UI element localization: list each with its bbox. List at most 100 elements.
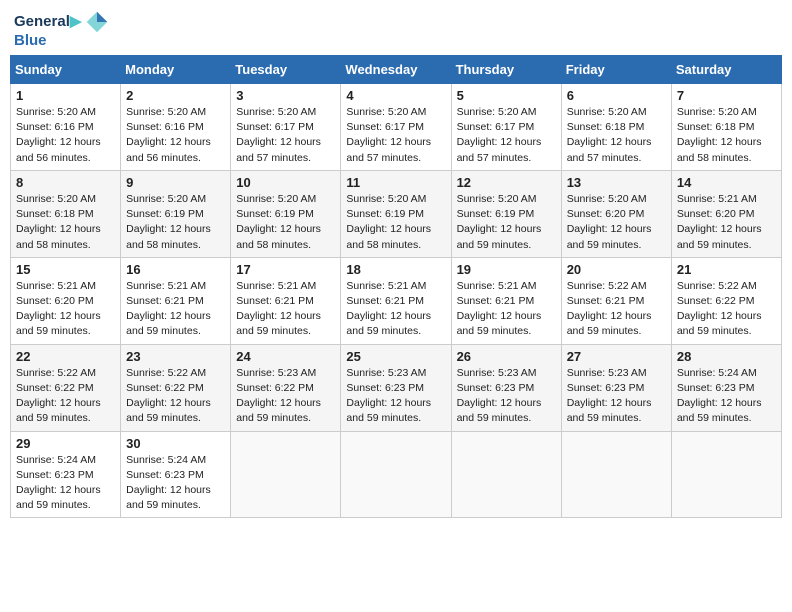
day-info: Sunrise: 5:23 AMSunset: 6:23 PMDaylight:…	[567, 366, 666, 427]
day-number: 6	[567, 88, 666, 103]
day-number: 19	[457, 262, 556, 277]
calendar-cell	[451, 431, 561, 518]
day-number: 26	[457, 349, 556, 364]
calendar-cell: 21 Sunrise: 5:22 AMSunset: 6:22 PMDayligh…	[671, 257, 781, 344]
header-tuesday: Tuesday	[231, 56, 341, 84]
day-number: 18	[346, 262, 445, 277]
calendar-cell: 17Sunrise: 5:21 AMSunset: 6:21 PMDayligh…	[231, 257, 341, 344]
calendar-cell: 19 Sunrise: 5:21 AMSunset: 6:21 PMDayligh…	[451, 257, 561, 344]
day-number: 15	[16, 262, 115, 277]
day-number: 14	[677, 175, 776, 190]
page-header: General▶ Blue	[10, 10, 782, 49]
header-saturday: Saturday	[671, 56, 781, 84]
day-info: Sunrise: 5:20 AMSunset: 6:20 PMDaylight:…	[567, 192, 666, 253]
calendar-cell: 9 Sunrise: 5:20 AMSunset: 6:19 PMDaylight…	[121, 170, 231, 257]
calendar-cell: 4Sunrise: 5:20 AMSunset: 6:17 PMDaylight…	[341, 84, 451, 171]
day-info: Sunrise: 5:20 AMSunset: 6:16 PMDaylight:…	[126, 105, 225, 166]
header-sunday: Sunday	[11, 56, 121, 84]
day-number: 7	[677, 88, 776, 103]
header-thursday: Thursday	[451, 56, 561, 84]
calendar-cell: 24Sunrise: 5:23 AMSunset: 6:22 PMDayligh…	[231, 344, 341, 431]
day-info: Sunrise: 5:21 AMSunset: 6:21 PMDaylight:…	[126, 279, 225, 340]
calendar-cell	[671, 431, 781, 518]
calendar-cell: 11Sunrise: 5:20 AMSunset: 6:19 PMDayligh…	[341, 170, 451, 257]
day-info: Sunrise: 5:21 AMSunset: 6:21 PMDaylight:…	[346, 279, 445, 340]
day-info: Sunrise: 5:20 AMSunset: 6:17 PMDaylight:…	[457, 105, 556, 166]
day-info: Sunrise: 5:20 AMSunset: 6:19 PMDaylight:…	[126, 192, 225, 253]
calendar-cell: 20 Sunrise: 5:22 AMSunset: 6:21 PMDayligh…	[561, 257, 671, 344]
week-row-3: 15 Sunrise: 5:21 AMSunset: 6:20 PMDayligh…	[11, 257, 782, 344]
day-number: 3	[236, 88, 335, 103]
day-number: 23	[126, 349, 225, 364]
day-info: Sunrise: 5:20 AMSunset: 6:18 PMDaylight:…	[677, 105, 776, 166]
day-number: 10	[236, 175, 335, 190]
day-info: Sunrise: 5:21 AMSunset: 6:20 PMDaylight:…	[16, 279, 115, 340]
calendar-cell: 2 Sunrise: 5:20 AMSunset: 6:16 PMDaylight…	[121, 84, 231, 171]
day-number: 4	[346, 88, 445, 103]
day-info: Sunrise: 5:20 AMSunset: 6:18 PMDaylight:…	[16, 192, 115, 253]
day-number: 2	[126, 88, 225, 103]
day-info: Sunrise: 5:22 AMSunset: 6:22 PMDaylight:…	[16, 366, 115, 427]
day-info: Sunrise: 5:23 AMSunset: 6:23 PMDaylight:…	[457, 366, 556, 427]
day-number: 25	[346, 349, 445, 364]
header-wednesday: Wednesday	[341, 56, 451, 84]
calendar-cell	[231, 431, 341, 518]
calendar-cell: 18 Sunrise: 5:21 AMSunset: 6:21 PMDayligh…	[341, 257, 451, 344]
calendar-cell	[561, 431, 671, 518]
day-info: Sunrise: 5:22 AMSunset: 6:22 PMDaylight:…	[677, 279, 776, 340]
day-info: Sunrise: 5:24 AMSunset: 6:23 PMDaylight:…	[126, 453, 225, 514]
calendar-cell: 10 Sunrise: 5:20 AMSunset: 6:19 PMDayligh…	[231, 170, 341, 257]
day-number: 27	[567, 349, 666, 364]
day-number: 24	[236, 349, 335, 364]
day-number: 11	[346, 175, 445, 190]
day-number: 28	[677, 349, 776, 364]
week-row-1: 1Sunrise: 5:20 AMSunset: 6:16 PMDaylight…	[11, 84, 782, 171]
logo: General▶ Blue	[14, 10, 109, 49]
calendar-cell: 26 Sunrise: 5:23 AMSunset: 6:23 PMDayligh…	[451, 344, 561, 431]
calendar-cell: 27 Sunrise: 5:23 AMSunset: 6:23 PMDayligh…	[561, 344, 671, 431]
calendar-header-row: SundayMondayTuesdayWednesdayThursdayFrid…	[11, 56, 782, 84]
day-info: Sunrise: 5:23 AMSunset: 6:23 PMDaylight:…	[346, 366, 445, 427]
day-number: 5	[457, 88, 556, 103]
day-info: Sunrise: 5:21 AMSunset: 6:21 PMDaylight:…	[457, 279, 556, 340]
day-number: 12	[457, 175, 556, 190]
day-info: Sunrise: 5:20 AMSunset: 6:17 PMDaylight:…	[236, 105, 335, 166]
logo-blue: Blue	[14, 32, 109, 49]
calendar-cell: 23 Sunrise: 5:22 AMSunset: 6:22 PMDayligh…	[121, 344, 231, 431]
header-monday: Monday	[121, 56, 231, 84]
week-row-5: 29 Sunrise: 5:24 AMSunset: 6:23 PMDayligh…	[11, 431, 782, 518]
day-info: Sunrise: 5:22 AMSunset: 6:22 PMDaylight:…	[126, 366, 225, 427]
day-info: Sunrise: 5:20 AMSunset: 6:19 PMDaylight:…	[457, 192, 556, 253]
header-friday: Friday	[561, 56, 671, 84]
day-info: Sunrise: 5:20 AMSunset: 6:16 PMDaylight:…	[16, 105, 115, 166]
calendar-cell	[341, 431, 451, 518]
calendar-cell: 12 Sunrise: 5:20 AMSunset: 6:19 PMDayligh…	[451, 170, 561, 257]
logo-icon	[85, 10, 109, 34]
day-info: Sunrise: 5:20 AMSunset: 6:18 PMDaylight:…	[567, 105, 666, 166]
calendar-cell: 7 Sunrise: 5:20 AMSunset: 6:18 PMDaylight…	[671, 84, 781, 171]
calendar-cell: 22 Sunrise: 5:22 AMSunset: 6:22 PMDayligh…	[11, 344, 121, 431]
day-info: Sunrise: 5:21 AMSunset: 6:21 PMDaylight:…	[236, 279, 335, 340]
day-number: 9	[126, 175, 225, 190]
day-info: Sunrise: 5:24 AMSunset: 6:23 PMDaylight:…	[677, 366, 776, 427]
day-number: 29	[16, 436, 115, 451]
day-number: 13	[567, 175, 666, 190]
calendar-cell: 1Sunrise: 5:20 AMSunset: 6:16 PMDaylight…	[11, 84, 121, 171]
calendar-cell: 13 Sunrise: 5:20 AMSunset: 6:20 PMDayligh…	[561, 170, 671, 257]
day-info: Sunrise: 5:20 AMSunset: 6:19 PMDaylight:…	[236, 192, 335, 253]
day-info: Sunrise: 5:21 AMSunset: 6:20 PMDaylight:…	[677, 192, 776, 253]
day-info: Sunrise: 5:24 AMSunset: 6:23 PMDaylight:…	[16, 453, 115, 514]
calendar-cell: 30Sunrise: 5:24 AMSunset: 6:23 PMDayligh…	[121, 431, 231, 518]
logo-text: General▶	[14, 13, 81, 31]
calendar-cell: 28 Sunrise: 5:24 AMSunset: 6:23 PMDayligh…	[671, 344, 781, 431]
calendar-cell: 5 Sunrise: 5:20 AMSunset: 6:17 PMDaylight…	[451, 84, 561, 171]
week-row-4: 22 Sunrise: 5:22 AMSunset: 6:22 PMDayligh…	[11, 344, 782, 431]
day-number: 22	[16, 349, 115, 364]
calendar-cell: 25 Sunrise: 5:23 AMSunset: 6:23 PMDayligh…	[341, 344, 451, 431]
day-info: Sunrise: 5:22 AMSunset: 6:21 PMDaylight:…	[567, 279, 666, 340]
week-row-2: 8Sunrise: 5:20 AMSunset: 6:18 PMDaylight…	[11, 170, 782, 257]
day-number: 21	[677, 262, 776, 277]
calendar-body: 1Sunrise: 5:20 AMSunset: 6:16 PMDaylight…	[11, 84, 782, 518]
calendar-cell: 29 Sunrise: 5:24 AMSunset: 6:23 PMDayligh…	[11, 431, 121, 518]
day-number: 20	[567, 262, 666, 277]
